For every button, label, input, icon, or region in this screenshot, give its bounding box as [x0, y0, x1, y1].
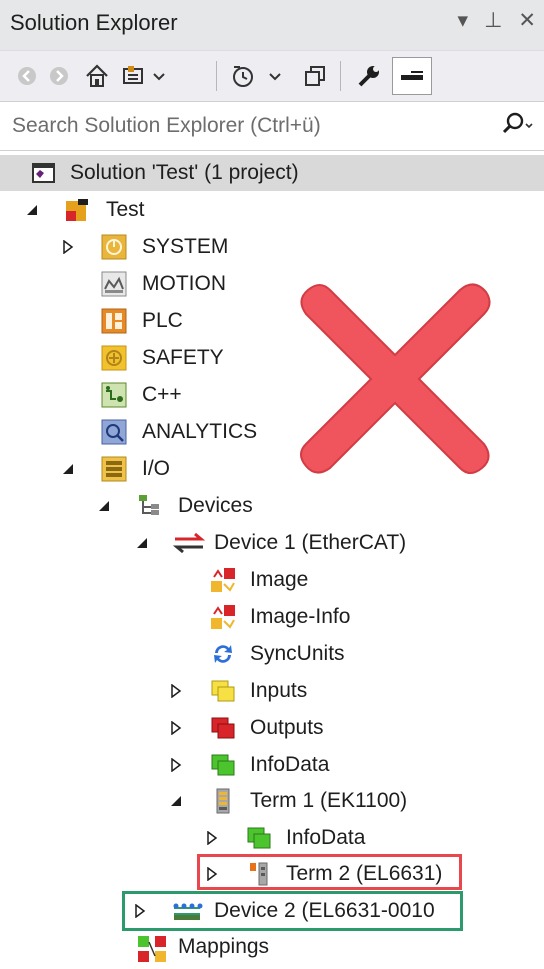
- tree-item-syncunits[interactable]: SyncUnits: [0, 636, 544, 672]
- search-bar: [0, 101, 544, 151]
- tree-item-label: Image: [250, 568, 309, 591]
- tree-item-label: C++: [142, 383, 182, 406]
- image-info-icon: [210, 604, 236, 630]
- tree-item-label: PLC: [142, 309, 183, 332]
- dropdown-icon[interactable]: ▾: [458, 8, 469, 33]
- expanded-arrow-icon[interactable]: [60, 451, 76, 487]
- tree-item-label: SAFETY: [142, 346, 224, 369]
- sync-units-icon: [210, 641, 236, 667]
- expanded-arrow-icon[interactable]: [168, 783, 184, 819]
- tree-item-label: SYSTEM: [142, 235, 229, 258]
- tree-item-system[interactable]: SYSTEM: [0, 229, 544, 265]
- tree-item-mappings[interactable]: Mappings: [0, 929, 544, 965]
- search-icon[interactable]: [500, 111, 534, 144]
- forward-icon[interactable]: [44, 57, 74, 95]
- title-bar: Solution Explorer ▾ ⊥ ✕: [0, 0, 544, 50]
- tree-item-label: Image-Info: [250, 605, 351, 628]
- inputs-icon: [210, 678, 236, 704]
- window-title: Solution Explorer: [10, 10, 178, 35]
- history-icon[interactable]: [228, 57, 292, 95]
- outputs-icon: [210, 715, 236, 741]
- tree-item-infodata[interactable]: InfoData: [0, 747, 544, 783]
- tree-item-label: InfoData: [250, 753, 330, 776]
- tree-item-label: InfoData: [286, 826, 366, 849]
- infodata-icon: [210, 752, 236, 778]
- infodata-icon: [246, 825, 272, 851]
- collapsed-arrow-icon[interactable]: [168, 710, 184, 746]
- devices-icon: [137, 493, 163, 519]
- mappings-icon: [137, 934, 169, 962]
- tree-item-device1[interactable]: Device 1 (EtherCAT): [0, 525, 544, 561]
- collapsed-arrow-icon[interactable]: [204, 820, 220, 856]
- tree-item-term1[interactable]: Term 1 (EK1100): [0, 783, 544, 819]
- cpp-icon: [101, 382, 127, 408]
- expanded-arrow-icon[interactable]: [96, 488, 112, 524]
- tree-item-label: Inputs: [250, 679, 308, 702]
- tree-item-image-info[interactable]: Image-Info: [0, 599, 544, 635]
- tree-item-label: Solution 'Test' (1 project): [70, 161, 299, 184]
- tree-item-inputs[interactable]: Inputs: [0, 673, 544, 709]
- ethercat-icon: [172, 530, 206, 556]
- window-controls: ▾ ⊥ ✕: [458, 8, 536, 33]
- back-icon[interactable]: [12, 57, 42, 95]
- tree-item-label: ANALYTICS: [142, 420, 258, 443]
- search-input[interactable]: [10, 110, 484, 142]
- collapse-icon[interactable]: [298, 57, 332, 95]
- expanded-arrow-icon[interactable]: [134, 525, 150, 561]
- tree-item-devices[interactable]: Devices: [0, 488, 544, 524]
- toolbar-separator: [216, 61, 217, 91]
- motion-icon: [101, 271, 127, 297]
- red-cross-icon: [300, 283, 491, 474]
- safety-icon: [101, 345, 127, 371]
- wrench-icon[interactable]: [352, 57, 386, 95]
- tree-item-label: Outputs: [250, 716, 324, 739]
- tree-item-label: Test: [106, 198, 145, 221]
- collapsed-arrow-icon[interactable]: [168, 673, 184, 709]
- project-icon: [64, 197, 90, 223]
- pin-icon[interactable]: [392, 57, 432, 95]
- plc-icon: [101, 308, 127, 334]
- solution-icon: [30, 160, 56, 186]
- sync-icon[interactable]: [118, 57, 174, 95]
- io-icon: [101, 456, 127, 482]
- image-icon: [210, 567, 236, 593]
- tree-item-term1-infodata[interactable]: InfoData: [0, 820, 544, 856]
- tree-item-label: SyncUnits: [250, 642, 345, 665]
- highlight-box-red: [197, 854, 462, 890]
- close-icon[interactable]: ✕: [518, 8, 536, 33]
- system-icon: [101, 234, 127, 260]
- tree-item-label: Term 1 (EK1100): [250, 789, 408, 812]
- tree-item-label: MOTION: [142, 272, 226, 295]
- analytics-icon: [101, 419, 127, 445]
- tree-item-image[interactable]: Image: [0, 562, 544, 598]
- home-icon[interactable]: [80, 57, 114, 95]
- toolbar-separator: [340, 61, 341, 91]
- highlight-box-green: [122, 891, 463, 931]
- tree-item-outputs[interactable]: Outputs: [0, 710, 544, 746]
- pin-icon[interactable]: ⊥: [484, 8, 502, 33]
- tree-item-project-test[interactable]: Test: [0, 192, 544, 228]
- expanded-arrow-icon[interactable]: [24, 192, 40, 228]
- collapsed-arrow-icon[interactable]: [60, 229, 76, 265]
- tree-item-solution[interactable]: Solution 'Test' (1 project): [0, 155, 544, 191]
- collapsed-arrow-icon[interactable]: [168, 747, 184, 783]
- terminal-icon: [210, 788, 236, 814]
- tree-item-label: I/O: [142, 457, 171, 480]
- tree-item-label: Devices: [178, 494, 253, 517]
- toolbar: [0, 50, 544, 101]
- tree-item-label: Device 1 (EtherCAT): [214, 531, 407, 554]
- tree-item-label: Mappings: [178, 935, 270, 958]
